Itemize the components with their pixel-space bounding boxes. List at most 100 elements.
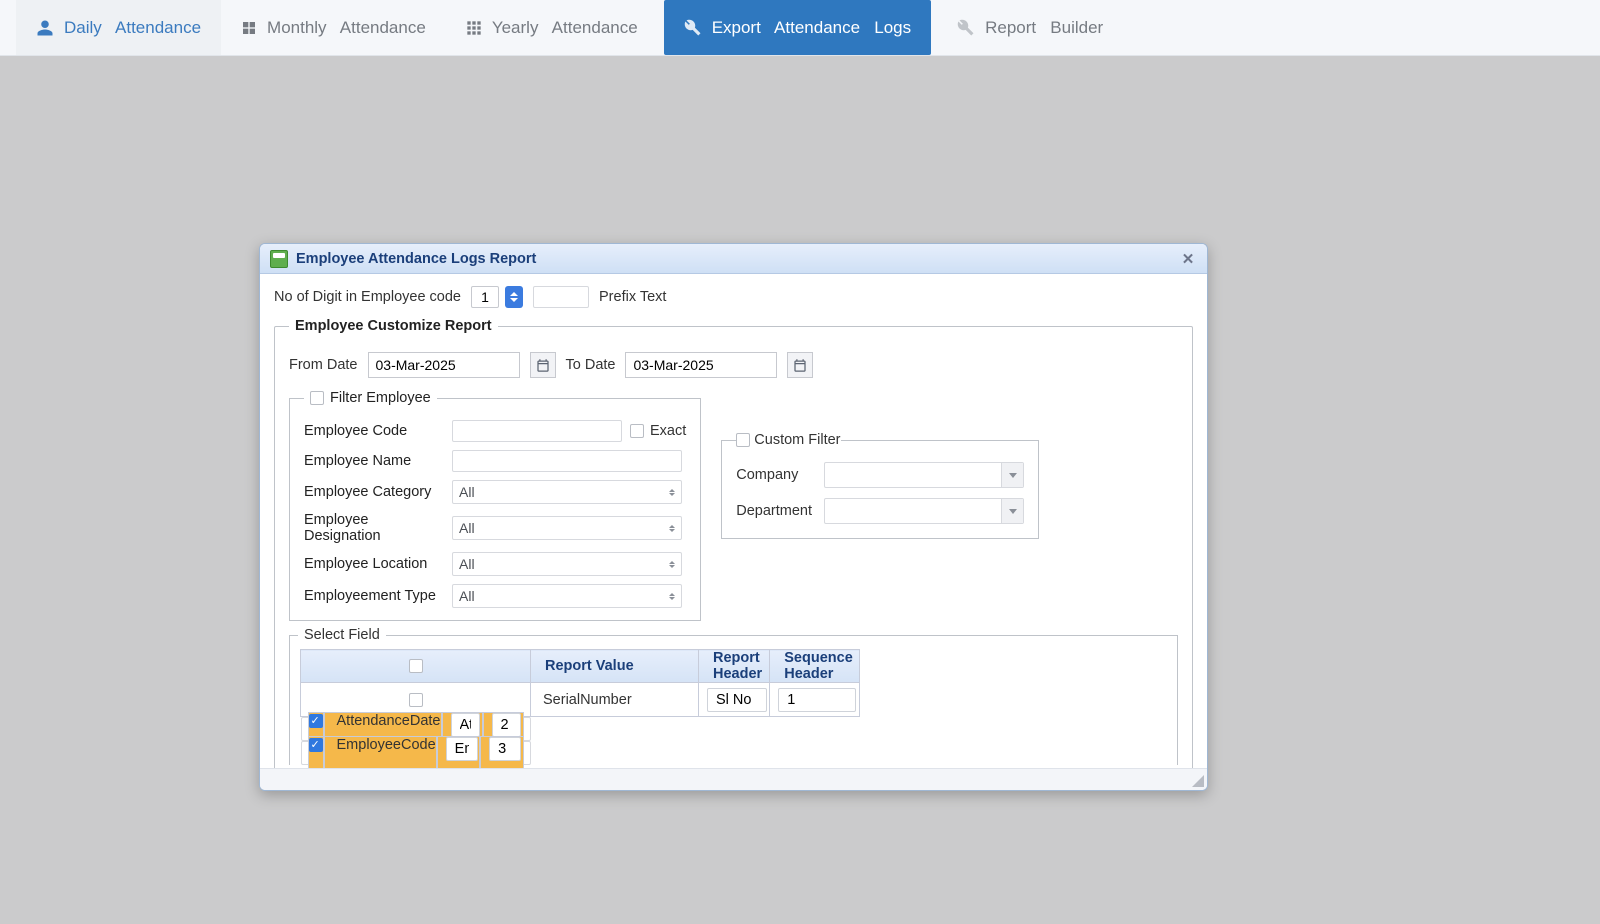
sequence-header-input[interactable]: [778, 688, 856, 712]
sequence-header-input[interactable]: [489, 737, 521, 761]
dates-row: From Date To Date: [289, 352, 1178, 378]
select-value: All: [459, 588, 475, 604]
filter-employee-group: Filter Employee Employee Code Exact Empl…: [289, 390, 701, 621]
tab-daily-attendance[interactable]: Daily Attendance: [16, 0, 221, 55]
col-report-header[interactable]: Report Header: [699, 650, 770, 683]
employee-designation-label: Employee Designation: [304, 512, 444, 544]
to-date-input[interactable]: [625, 352, 777, 378]
select-arrows-icon: [669, 489, 675, 496]
select-all-checkbox[interactable]: [409, 659, 423, 673]
custom-filter-legend-text: Custom Filter: [754, 432, 840, 448]
select-arrows-icon: [669, 593, 675, 600]
close-icon[interactable]: ✕: [1179, 250, 1197, 268]
report-value-cell: EmployeeCode: [324, 736, 437, 768]
dialog-title-text: Employee Attendance Logs Report: [296, 251, 536, 267]
group-legend: Employee Customize Report: [289, 318, 498, 334]
custom-filter-group: Custom Filter Company Department: [721, 432, 1039, 539]
employee-category-select[interactable]: All: [452, 480, 682, 504]
company-label: Company: [736, 467, 816, 483]
canvas: Employee Attendance Logs Report ✕ No of …: [0, 56, 1600, 924]
report-header-input[interactable]: [451, 713, 481, 737]
department-label: Department: [736, 503, 816, 519]
company-combo[interactable]: [824, 462, 1024, 488]
department-combo[interactable]: [824, 498, 1024, 524]
tab-export-attendance-logs[interactable]: Export Attendance Logs: [664, 0, 931, 55]
wrench-icon: [684, 19, 702, 37]
top-tabbar: Daily Attendance Monthly Attendance Year…: [0, 0, 1600, 56]
dialog-footer: [260, 768, 1207, 790]
tab-monthly-attendance[interactable]: Monthly Attendance: [221, 0, 446, 55]
grid4-icon: [241, 20, 257, 36]
select-arrows-icon: [669, 561, 675, 568]
grid9-icon: [466, 20, 482, 36]
employment-type-label: Employeement Type: [304, 588, 444, 604]
col-sequence-header[interactable]: Sequence Header: [770, 650, 860, 683]
table-header-row: Report Value Report Header Sequence Head…: [301, 650, 860, 683]
tab-yearly-attendance[interactable]: Yearly Attendance: [446, 0, 658, 55]
dialog-employee-attendance-logs-report: Employee Attendance Logs Report ✕ No of …: [259, 243, 1208, 791]
tab-label: Monthly Attendance: [267, 18, 426, 38]
employment-type-select[interactable]: All: [452, 584, 682, 608]
employee-designation-select[interactable]: All: [452, 516, 682, 540]
sequence-header-input[interactable]: [492, 713, 522, 737]
tab-label: Daily Attendance: [64, 18, 201, 38]
select-field-legend: Select Field: [298, 627, 386, 643]
chevron-down-icon: [1001, 463, 1023, 487]
employee-location-select[interactable]: All: [452, 552, 682, 576]
from-date-label: From Date: [289, 357, 358, 373]
from-date-input[interactable]: [368, 352, 520, 378]
select-value: All: [459, 520, 475, 536]
exact-checkbox[interactable]: [630, 424, 644, 438]
tab-label: Report Builder: [985, 18, 1103, 38]
dialog-body: No of Digit in Employee code Prefix Text…: [260, 274, 1207, 768]
select-field-table: Report Value Report Header Sequence Head…: [300, 649, 860, 765]
custom-filter-legend: Custom Filter: [736, 432, 840, 448]
select-arrows-icon: [669, 525, 675, 532]
exact-label: Exact: [650, 423, 686, 439]
row-checkbox[interactable]: [309, 714, 323, 728]
employee-name-input[interactable]: [452, 450, 682, 472]
employee-location-label: Employee Location: [304, 556, 444, 572]
select-field-group: Select Field Report Value Report Header …: [289, 627, 1178, 765]
report-header-input[interactable]: [707, 688, 767, 712]
report-value-cell: SerialNumber: [531, 683, 699, 717]
calendar-icon: [792, 358, 808, 373]
filters-row: Filter Employee Employee Code Exact Empl…: [289, 390, 1178, 621]
to-date-calendar-button[interactable]: [787, 352, 813, 378]
chevron-down-icon: [1001, 499, 1023, 523]
resize-handle-icon[interactable]: [1190, 773, 1204, 787]
prefix-label: Prefix Text: [599, 289, 666, 305]
digit-spin-buttons[interactable]: [505, 286, 523, 308]
employee-customize-report-group: Employee Customize Report From Date To D…: [274, 318, 1193, 768]
employee-code-label: Employee Code: [304, 423, 444, 439]
top-options-row: No of Digit in Employee code Prefix Text: [274, 286, 1193, 308]
digit-input[interactable]: [471, 286, 499, 308]
filter-employee-legend-text: Filter Employee: [330, 390, 431, 406]
employee-name-label: Employee Name: [304, 453, 444, 469]
tab-report-builder[interactable]: Report Builder: [937, 0, 1123, 55]
tab-label: Yearly Attendance: [492, 18, 638, 38]
exact-wrap: Exact: [630, 423, 686, 439]
to-date-label: To Date: [566, 357, 616, 373]
user-icon: [36, 19, 54, 37]
row-checkbox[interactable]: [409, 693, 423, 707]
dialog-titlebar[interactable]: Employee Attendance Logs Report ✕: [260, 244, 1207, 274]
employee-category-label: Employee Category: [304, 484, 444, 500]
wrench-icon: [957, 19, 975, 37]
row-checkbox[interactable]: [309, 738, 323, 752]
header-checkbox-cell[interactable]: [301, 650, 531, 683]
from-date-calendar-button[interactable]: [530, 352, 556, 378]
report-header-input[interactable]: [446, 737, 478, 761]
employee-code-input[interactable]: [452, 420, 622, 442]
select-value: All: [459, 484, 475, 500]
calendar-icon: [535, 358, 551, 373]
filter-employee-checkbox[interactable]: [310, 391, 324, 405]
col-report-value[interactable]: Report Value: [531, 650, 699, 683]
report-icon: [270, 250, 288, 268]
prefix-text-input[interactable]: [533, 286, 589, 308]
tab-label: Export Attendance Logs: [712, 18, 911, 38]
table-row[interactable]: EmployeeCode: [301, 741, 531, 765]
custom-filter-checkbox[interactable]: [736, 433, 750, 447]
select-value: All: [459, 556, 475, 572]
filter-employee-legend: Filter Employee: [304, 390, 437, 406]
